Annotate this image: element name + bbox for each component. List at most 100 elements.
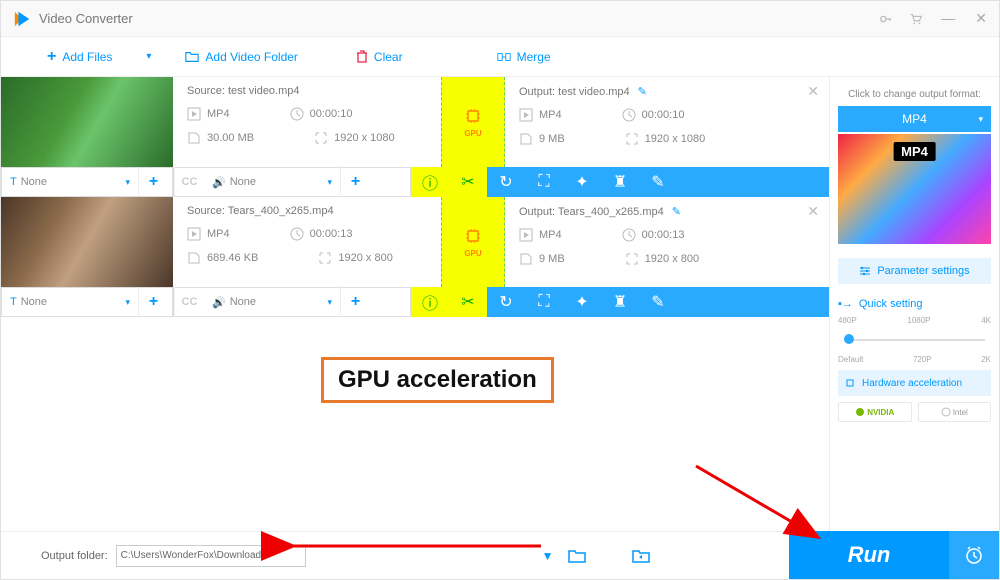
rotate-button[interactable]: ↻ (487, 287, 525, 317)
cc-button[interactable]: CC (174, 167, 204, 197)
crop-button[interactable]: ⛶ (525, 287, 563, 317)
subtitle-dropdown[interactable]: TNone▾ (4, 289, 136, 315)
size-icon (187, 251, 201, 265)
size-icon (187, 131, 201, 145)
edit-button[interactable]: ✎ (639, 167, 677, 197)
effects-button[interactable]: ✦ (563, 167, 601, 197)
output-format-panel: Click to change output format: MP4 MP4 P… (829, 77, 999, 531)
info-button[interactable]: ⓘ (411, 287, 449, 317)
output-folder-label: Output folder: (41, 550, 108, 562)
file-list: Source: test video.mp4 MP4 00:00:10 30.0… (1, 77, 829, 531)
watermark-button[interactable]: ♜ (601, 167, 639, 197)
app-title: Video Converter (39, 11, 879, 26)
add-files-button[interactable]: +Add Files (41, 44, 118, 70)
res-icon (318, 251, 332, 265)
gpu-indicator: GPU (441, 197, 505, 287)
parameter-settings-button[interactable]: Parameter settings (838, 258, 991, 284)
merge-icon (497, 50, 511, 64)
hardware-accel-button[interactable]: Hardware acceleration (838, 370, 991, 396)
gpu-indicator: GPU (441, 77, 505, 167)
output-folder-input[interactable] (116, 545, 306, 567)
output-info: Output: Tears_400_x265.mp4✎ MP4 00:00:13… (505, 197, 773, 287)
format-panel-title: Click to change output format: (838, 89, 991, 100)
format-icon (187, 107, 201, 121)
edit-button[interactable]: ✎ (639, 287, 677, 317)
audio-dropdown[interactable]: 🔊None▾ (206, 169, 338, 195)
run-button[interactable]: Run (789, 531, 949, 579)
chip-icon (844, 377, 856, 389)
rotate-button[interactable]: ↻ (487, 167, 525, 197)
add-subtitle-button[interactable]: + (138, 287, 168, 317)
res-icon (625, 132, 639, 146)
add-files-dropdown[interactable]: ▾ (146, 51, 151, 62)
format-preview[interactable]: MP4 (838, 134, 991, 244)
format-icon (519, 108, 533, 122)
size-icon (519, 252, 533, 266)
add-folder-label: Add Video Folder (205, 50, 298, 64)
quality-slider[interactable] (838, 325, 991, 355)
cc-button[interactable]: CC (174, 287, 204, 317)
add-files-label: Add Files (62, 50, 112, 64)
add-audio-button[interactable]: + (340, 287, 370, 317)
list-item: Source: test video.mp4 MP4 00:00:10 30.0… (1, 77, 829, 197)
folder-dropdown[interactable]: ▼ (542, 549, 554, 563)
clock-icon (622, 108, 636, 122)
source-label: Source: Tears_400_x265.mp4 (187, 205, 427, 217)
cut-button[interactable]: ✂ (449, 287, 487, 317)
source-info: Source: Tears_400_x265.mp4 MP4 00:00:13 … (173, 197, 441, 287)
audio-dropdown[interactable]: 🔊None▾ (206, 289, 338, 315)
clear-label: Clear (374, 50, 403, 64)
bottom-bar: Output folder: ▼ Run (1, 531, 999, 579)
chip-icon (464, 227, 482, 245)
format-icon (519, 228, 533, 242)
chip-icon (464, 107, 482, 125)
title-bar: Video Converter — ✕ (1, 1, 999, 37)
merge-button[interactable]: Merge (491, 46, 557, 68)
app-logo-icon (13, 10, 31, 28)
info-button[interactable]: ⓘ (411, 167, 449, 197)
output-label: Output: test video.mp4 (519, 86, 630, 98)
cut-button[interactable]: ✂ (449, 167, 487, 197)
source-label: Source: test video.mp4 (187, 85, 427, 97)
clear-button[interactable]: Clear (350, 46, 409, 68)
size-icon (519, 132, 533, 146)
nvidia-icon (855, 407, 865, 417)
browse-folder-icon[interactable] (632, 548, 650, 564)
open-folder-icon[interactable] (568, 548, 586, 564)
remove-item-button[interactable]: ✕ (807, 83, 819, 100)
subtitle-dropdown[interactable]: TNone▾ (4, 169, 136, 195)
edit-icon[interactable]: ✎ (638, 86, 647, 98)
add-audio-button[interactable]: + (340, 167, 370, 197)
clock-icon (290, 107, 304, 121)
intel-badge: Intel (918, 402, 992, 422)
main-toolbar: +Add Files ▾ Add Video Folder Clear Merg… (1, 37, 999, 77)
video-thumbnail[interactable] (1, 197, 173, 287)
app-window: Video Converter — ✕ +Add Files ▾ Add Vid… (0, 0, 1000, 580)
edit-icon[interactable]: ✎ (672, 206, 681, 218)
cart-icon[interactable] (909, 12, 923, 26)
close-button[interactable]: ✕ (975, 10, 987, 27)
format-badge: MP4 (893, 142, 936, 161)
list-item: Source: Tears_400_x265.mp4 MP4 00:00:13 … (1, 197, 829, 317)
effects-button[interactable]: ✦ (563, 287, 601, 317)
annotation-callout: GPU acceleration (321, 357, 554, 403)
crop-button[interactable]: ⛶ (525, 167, 563, 197)
add-subtitle-button[interactable]: + (138, 167, 168, 197)
output-info: Output: test video.mp4✎ MP4 00:00:10 9 M… (505, 77, 773, 167)
key-icon[interactable] (879, 12, 893, 26)
intel-icon (941, 407, 951, 417)
format-icon (187, 227, 201, 241)
schedule-button[interactable] (949, 531, 999, 579)
nvidia-badge: NVIDIA (838, 402, 912, 422)
quick-setting-title: ▪→Quick setting (838, 298, 991, 310)
trash-icon (356, 50, 368, 64)
minimize-button[interactable]: — (941, 10, 955, 27)
video-thumbnail[interactable] (1, 77, 173, 167)
res-icon (625, 252, 639, 266)
folder-icon (185, 50, 199, 64)
add-folder-button[interactable]: Add Video Folder (179, 46, 304, 68)
format-dropdown[interactable]: MP4 (838, 106, 991, 132)
watermark-button[interactable]: ♜ (601, 287, 639, 317)
clock-icon (622, 228, 636, 242)
remove-item-button[interactable]: ✕ (807, 203, 819, 220)
